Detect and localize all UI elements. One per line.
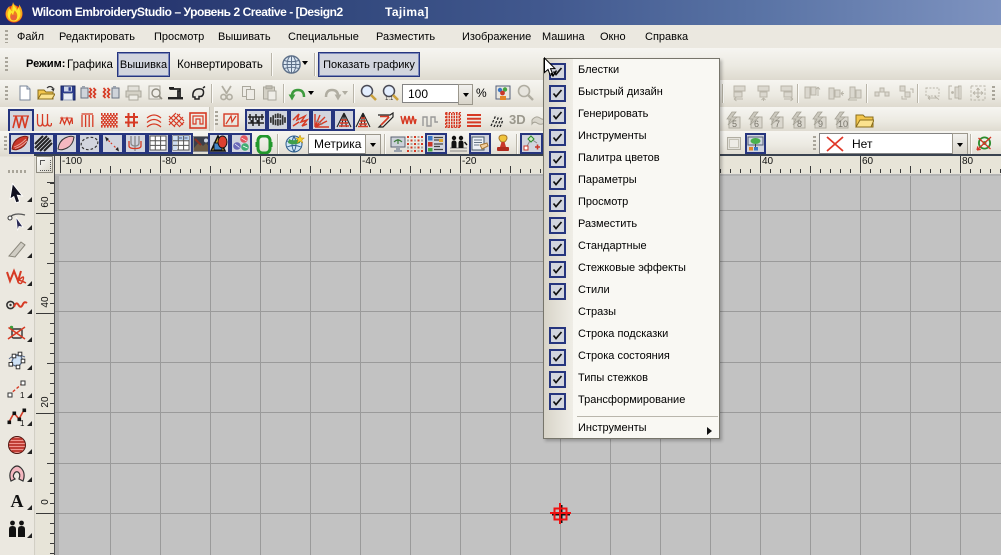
svg-text:5: 5 (732, 119, 737, 129)
svg-text:7: 7 (775, 119, 780, 129)
svg-text:8: 8 (797, 119, 802, 129)
svg-text:1: 1 (20, 391, 25, 399)
svg-text:6: 6 (754, 119, 759, 129)
svg-text:1:1: 1:1 (385, 96, 394, 102)
svg-text:10: 10 (838, 119, 848, 129)
svg-text:1: 1 (20, 419, 25, 427)
svg-text:9: 9 (818, 119, 823, 129)
